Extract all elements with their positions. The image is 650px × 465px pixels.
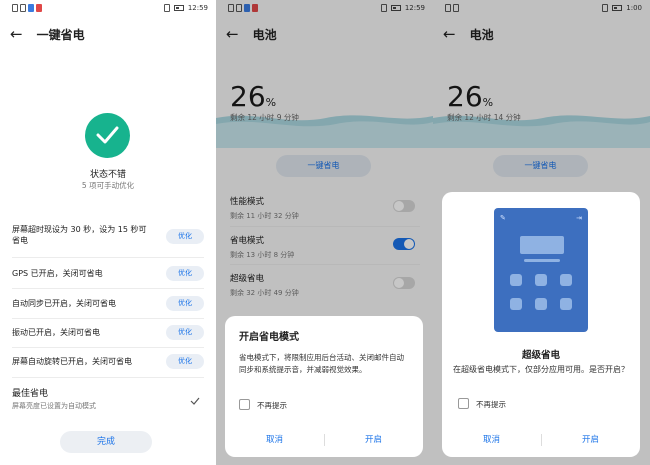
- list-item: 振动已开启，关闭可省电 优化: [12, 325, 204, 341]
- item-label: GPS 已开启，关闭可省电: [12, 269, 103, 278]
- app-notification-icon: [28, 4, 34, 12]
- dialog-buttons: 取消 开启: [442, 433, 640, 447]
- status-ok-icon: [85, 113, 130, 158]
- optimize-button[interactable]: 优化: [166, 354, 204, 369]
- status-bar: 12:59: [0, 4, 216, 16]
- dialog-body: 在超级省电模式下，仅部分应用可用。是否开启？: [453, 365, 629, 374]
- list-item: 屏幕自动旋转已开启，关闭可省电 优化: [12, 354, 204, 370]
- list-item: GPS 已开启，关闭可省电 优化: [12, 266, 204, 282]
- optimizable-count: 5 项可手动优化: [81, 181, 135, 190]
- item-label: 自动同步已开启，关闭可省电: [12, 299, 116, 308]
- optimize-button[interactable]: 优化: [166, 266, 204, 281]
- battery-screen-power-saving-dialog: 12:59 ← 电池 26% 剩余 12 小时 9 分钟 一键省电 性能模式 剩…: [216, 0, 433, 465]
- done-button[interactable]: 完成: [60, 431, 152, 453]
- list-item: 屏幕超时现设为 30 秒，设为 15 秒可省电 优化: [12, 224, 204, 250]
- power-saving-dialog: 开启省电模式 省电模式下，将限制应用后台活动、关闭邮件自动同步和系统提示音，并减…: [225, 316, 423, 457]
- vibrate-icon: [163, 4, 170, 12]
- dont-remind-checkbox[interactable]: [458, 398, 469, 409]
- header: ← 一键省电: [10, 26, 85, 43]
- app-icon: [535, 274, 547, 286]
- app-icon: [510, 274, 522, 286]
- exit-icon: ⇥: [576, 214, 582, 222]
- dialog-title: 开启省电模式: [239, 332, 299, 343]
- status-time: 12:59: [187, 4, 208, 12]
- divider: [12, 257, 204, 258]
- checkbox-label: 不再提示: [476, 400, 506, 409]
- checkbox-label: 不再提示: [257, 401, 287, 410]
- best-saving-title: 最佳省电: [12, 389, 49, 399]
- divider: [12, 347, 204, 348]
- divider: [12, 318, 204, 319]
- page-title: 一键省电: [36, 28, 85, 42]
- screen-block: [520, 236, 564, 254]
- best-saving-subtitle: 屏幕亮度已设置为自动模式: [12, 402, 96, 410]
- pencil-icon: ✎: [500, 214, 506, 222]
- dialog-body: 省电模式下，将限制应用后台活动、关闭邮件自动同步和系统提示音，并减弱视觉效果。: [239, 353, 404, 374]
- enable-button[interactable]: 开启: [324, 433, 423, 445]
- cancel-button[interactable]: 取消: [442, 433, 541, 445]
- divider: [12, 288, 204, 289]
- dialog-title: 超级省电: [521, 350, 560, 361]
- app-icon: [560, 274, 572, 286]
- back-arrow-icon[interactable]: ←: [10, 27, 23, 42]
- app-notification-icon: [36, 4, 42, 12]
- dont-remind-checkbox[interactable]: [239, 399, 250, 410]
- app-icon: [535, 298, 547, 310]
- super-saving-illustration: ✎ ⇥: [494, 208, 588, 332]
- screen-bar: [524, 259, 560, 262]
- status-text: 状态不错: [89, 170, 126, 180]
- divider: [12, 377, 204, 378]
- one-key-power-saving-screen: 12:59 ← 一键省电 状态不错 5 项可手动优化 屏幕超时现设为 30 秒，…: [0, 0, 216, 465]
- cancel-button[interactable]: 取消: [225, 433, 324, 445]
- list-item: 自动同步已开启，关闭可省电 优化: [12, 296, 204, 312]
- optimize-button[interactable]: 优化: [166, 229, 204, 244]
- item-label: 屏幕自动旋转已开启，关闭可省电: [12, 357, 132, 366]
- super-saving-dialog: ✎ ⇥ 超级省电 在超级省电模式下，仅部分应用可用。是否开启？ 不再提示 取消 …: [442, 192, 640, 457]
- wifi-icon: [20, 4, 26, 12]
- enable-button[interactable]: 开启: [541, 433, 640, 445]
- check-icon: [190, 397, 200, 405]
- item-label: 屏幕超时现设为 30 秒，设为 15 秒可省电: [12, 225, 147, 245]
- app-icon: [560, 298, 572, 310]
- optimize-button[interactable]: 优化: [166, 325, 204, 340]
- dialog-buttons: 取消 开启: [225, 433, 423, 447]
- item-label: 振动已开启，关闭可省电: [12, 328, 100, 337]
- battery-screen-super-saving-dialog: 1:00 ← 电池 26% 剩余 12 小时 14 分钟 一键省电 ✎ ⇥ 超级…: [433, 0, 650, 465]
- optimize-button[interactable]: 优化: [166, 296, 204, 311]
- battery-icon: [173, 5, 184, 11]
- sim-icon: [12, 4, 18, 12]
- app-icon: [510, 298, 522, 310]
